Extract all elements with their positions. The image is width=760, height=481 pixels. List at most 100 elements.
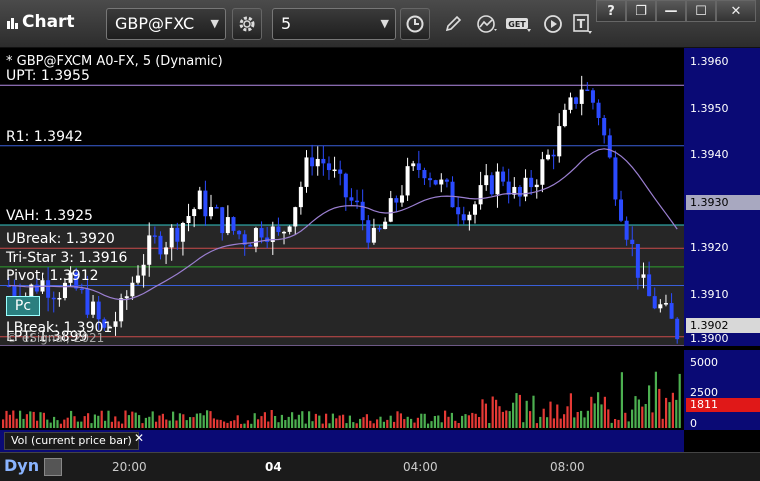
interval-dropdown[interactable]: 5 ▼ [272, 8, 396, 40]
minimize-button[interactable]: — [656, 0, 686, 22]
svg-text:GET: GET [508, 20, 526, 29]
candle-body [557, 126, 562, 157]
volume-panel[interactable] [0, 350, 684, 430]
candle-body [641, 274, 646, 278]
price-axis[interactable]: 1.3960 1.3950 1.3940 1.3920 1.3910 1.3900 1.3… [684, 48, 760, 346]
time-button[interactable] [400, 8, 430, 40]
level-label: Tri-Star 3: 1.3916 [6, 249, 128, 266]
volume-bar [481, 399, 484, 428]
volume-bar [185, 420, 188, 428]
restore-button[interactable]: ❐ [626, 0, 656, 22]
volume-bar [36, 420, 39, 428]
candle-body [383, 221, 388, 230]
volume-bar [70, 410, 73, 428]
candle-body [433, 180, 438, 185]
close-button[interactable]: ✕ [716, 0, 756, 22]
volume-bar [114, 416, 117, 428]
maximize-button[interactable]: ☐ [686, 0, 716, 22]
volume-bar [484, 403, 487, 428]
volume-bar [580, 410, 583, 428]
candle-body [416, 163, 421, 171]
candle-body [225, 217, 230, 234]
volume-bar [661, 418, 664, 428]
candle-body [517, 186, 522, 197]
logo: Dyn [4, 456, 40, 475]
time-tick-0400: 04:00 [403, 460, 438, 474]
price-chart-panel[interactable]: * GBP@FXCM A0-FX, 5 (Dynamic) UPT: 1.395… [0, 48, 684, 346]
volume-bar [352, 422, 355, 428]
volume-bar [522, 422, 525, 428]
volume-bar [467, 415, 470, 428]
time-axis[interactable]: Dyn 20:00 04 04:00 08:00 [0, 452, 760, 481]
svg-text:T: T [577, 17, 586, 31]
close-study-icon[interactable]: ✕ [134, 431, 144, 445]
get-data-icon: GET [506, 18, 531, 32]
candle-body [326, 163, 331, 171]
volume-bar [603, 396, 606, 428]
candle-body [568, 97, 573, 110]
chevron-down-icon: ▼ [210, 17, 219, 30]
candle-body [248, 244, 253, 247]
draw-button[interactable] [438, 8, 468, 40]
volume-bar [12, 410, 15, 428]
candle-body [152, 235, 157, 237]
volume-bar [284, 420, 287, 428]
volume-bar [365, 414, 368, 428]
volume-bar [42, 412, 45, 428]
text-tool-button[interactable]: T [568, 8, 598, 40]
volume-bar [634, 396, 637, 428]
volume-bar [498, 406, 501, 428]
settings-gear-button[interactable] [232, 8, 262, 40]
candle-body [34, 284, 39, 292]
volume-bar [195, 413, 198, 428]
volume-bar [311, 421, 314, 428]
play-button[interactable] [538, 8, 568, 40]
volume-bar [318, 415, 321, 428]
time-tick-2000: 20:00 [112, 460, 147, 474]
volume-bar [138, 415, 141, 428]
volume-bar [617, 419, 620, 428]
volume-bar [454, 420, 457, 428]
volume-bar [260, 416, 263, 428]
volume-bar [110, 421, 113, 428]
candle-body [529, 177, 534, 188]
candle-body [79, 288, 84, 291]
candle-body [141, 264, 146, 276]
candle-body [147, 235, 152, 265]
volume-bar [165, 419, 168, 428]
volume-bar [246, 420, 249, 428]
volume-bar [529, 411, 532, 428]
volume-bar [586, 410, 589, 428]
candle-body [343, 173, 348, 198]
volume-bar [73, 416, 76, 428]
volume-bar [369, 420, 372, 428]
vol-current-tag: 1811 [686, 398, 760, 412]
volume-bar [651, 412, 654, 428]
volume-bar [66, 417, 69, 428]
volume-label-strip: Vol (current price bar) ✕ [0, 430, 684, 452]
volume-bar [501, 411, 504, 428]
candle-body [298, 186, 303, 208]
candle-body [253, 228, 258, 247]
volume-bar [675, 399, 678, 428]
volume-bar [127, 415, 130, 428]
volume-bar [403, 419, 406, 428]
candle-body [405, 166, 410, 196]
candle-body [635, 244, 640, 278]
volume-bar [117, 421, 120, 428]
volume-bar [614, 419, 617, 428]
volume-bar [488, 423, 491, 428]
volume-bar [331, 413, 334, 428]
studies-button[interactable] [472, 8, 502, 40]
help-button[interactable]: ? [596, 0, 626, 22]
candle-body [57, 297, 62, 300]
candle-body [495, 171, 500, 195]
symbol-dropdown[interactable]: GBP@FXC ▼ [106, 8, 226, 40]
volume-bar [257, 419, 260, 428]
logo-icon [44, 458, 62, 476]
volume-bar [39, 412, 42, 428]
get-button[interactable]: GET [504, 8, 534, 40]
time-tick-04: 04 [265, 460, 282, 474]
volume-bar [22, 418, 25, 428]
volume-bar [100, 410, 103, 428]
